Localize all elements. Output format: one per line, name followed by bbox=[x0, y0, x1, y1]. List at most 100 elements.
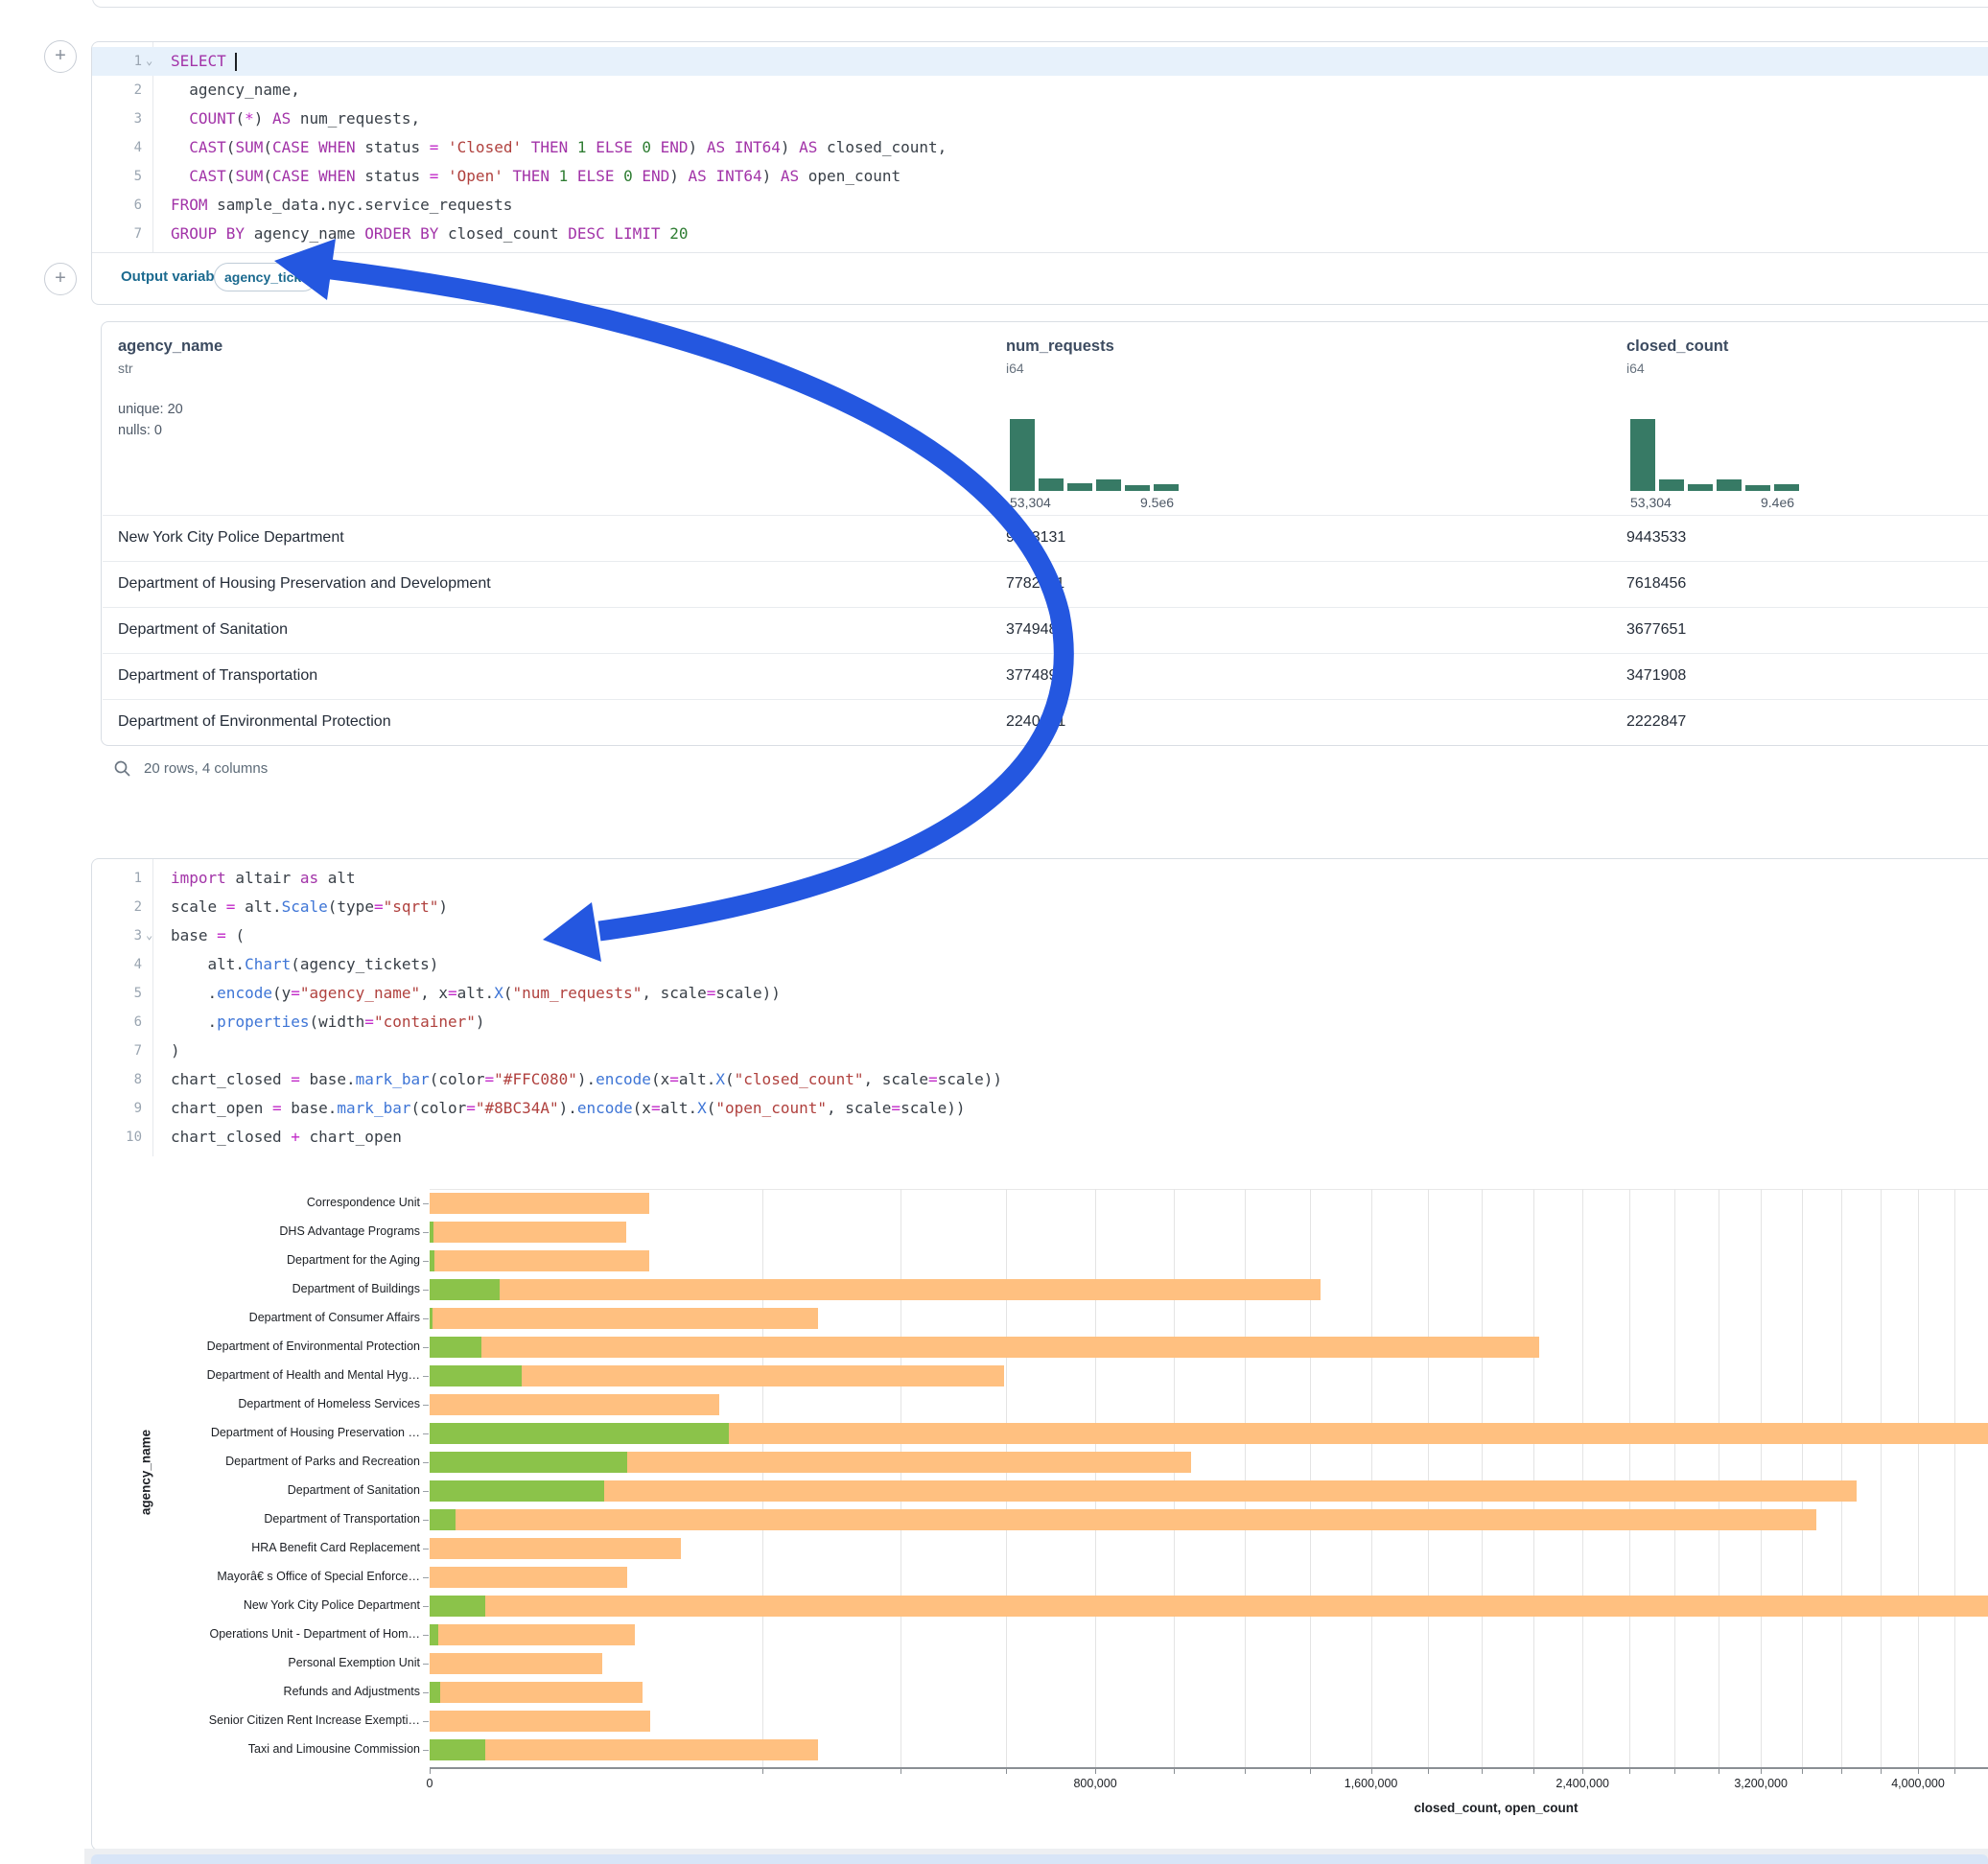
code-line[interactable]: 8 chart_closed = base.mark_bar(color="#FF… bbox=[92, 1065, 1988, 1094]
histogram-bar bbox=[1774, 484, 1799, 491]
code-line[interactable]: 6 .properties(width="container") bbox=[92, 1008, 1988, 1037]
table-cell: 3749485 bbox=[1006, 607, 1065, 653]
code-line[interactable]: 3 COUNT(*) AS num_requests, bbox=[92, 105, 1988, 133]
histogram-bar bbox=[1659, 479, 1684, 491]
line-number: 2 bbox=[92, 76, 142, 105]
fold-chevron-icon[interactable]: ⌄ bbox=[146, 920, 161, 949]
num-requests-histogram bbox=[1010, 419, 1182, 491]
table-row[interactable]: New York City Police Department945313194… bbox=[102, 515, 1988, 561]
table-cell: Department of Transportation bbox=[118, 653, 317, 699]
code-line[interactable]: 7) bbox=[92, 1037, 1988, 1065]
histogram-max-label: 9.4e6 bbox=[1761, 495, 1794, 510]
table-cell: 2240041 bbox=[1006, 699, 1065, 745]
sql-code-editor[interactable]: 1⌄SELECT 2 agency_name,3 COUNT(*) AS num… bbox=[92, 47, 1988, 248]
table-row[interactable]: Department of Housing Preservation and D… bbox=[102, 561, 1988, 607]
output-variable-badge[interactable]: agency_tickets bbox=[214, 263, 317, 291]
column-title: agency_name bbox=[118, 338, 222, 356]
table-row[interactable]: Department of Transportation377489234719… bbox=[102, 653, 1988, 699]
code-text: scale = alt.Scale(type="sqrt") bbox=[171, 893, 448, 921]
fold-chevron-icon[interactable]: ⌄ bbox=[146, 46, 161, 75]
code-text: COUNT(*) AS num_requests, bbox=[171, 105, 420, 133]
code-text: GROUP BY agency_name ORDER BY closed_cou… bbox=[171, 220, 688, 248]
table-row[interactable]: Department of Sanitation 3749485 3677651 bbox=[102, 607, 1988, 653]
code-text: .encode(y="agency_name", x=alt.X("num_re… bbox=[171, 979, 781, 1008]
line-number: 7 bbox=[92, 1037, 142, 1065]
row-divider bbox=[103, 653, 1988, 654]
add-cell-button-middle[interactable]: + bbox=[44, 263, 77, 295]
histogram-bar bbox=[1745, 485, 1770, 491]
code-line[interactable]: 2scale = alt.Scale(type="sqrt") bbox=[92, 893, 1988, 921]
table-cell: New York City Police Department bbox=[118, 515, 344, 561]
notebook-page: + + 1⌄SELECT 2 agency_name,3 COUNT(*) AS… bbox=[0, 0, 1988, 1864]
code-text: alt.Chart(agency_tickets) bbox=[171, 950, 438, 979]
histogram-min-label: 53,304 bbox=[1630, 495, 1672, 510]
result-table-card: agency_name str unique: 20 nulls: 0 num_… bbox=[101, 321, 1988, 746]
add-cell-button-top[interactable]: + bbox=[44, 40, 77, 73]
column-header-num-requests[interactable]: num_requests i64 53,304 9.5e6 bbox=[1006, 338, 1114, 376]
line-number: 8 bbox=[92, 1065, 142, 1094]
x-axis-title: closed_count, open_count bbox=[1414, 1801, 1578, 1815]
histogram-bar bbox=[1067, 483, 1092, 491]
previous-cell-border bbox=[92, 0, 1988, 8]
column-type: i64 bbox=[1626, 361, 1728, 376]
code-text: import altair as alt bbox=[171, 864, 356, 893]
code-line[interactable]: 5 CAST(SUM(CASE WHEN status = 'Open' THE… bbox=[92, 162, 1988, 191]
code-line[interactable]: 7GROUP BY agency_name ORDER BY closed_co… bbox=[92, 220, 1988, 248]
sql-cell: 1⌄SELECT 2 agency_name,3 COUNT(*) AS num… bbox=[91, 41, 1988, 305]
code-text: SELECT bbox=[171, 47, 237, 76]
code-text: chart_closed = base.mark_bar(color="#FFC… bbox=[171, 1065, 1002, 1094]
table-cell: 3677651 bbox=[1626, 607, 1686, 653]
table-cell: 2222847 bbox=[1626, 699, 1686, 745]
table-cell: 7782211 bbox=[1006, 561, 1064, 607]
code-text: CAST(SUM(CASE WHEN status = 'Open' THEN … bbox=[171, 162, 900, 191]
code-line[interactable]: 6 FROM sample_data.nyc.service_requests bbox=[92, 191, 1988, 220]
table-cell: Department of Sanitation bbox=[118, 607, 288, 653]
next-cell-top-edge[interactable] bbox=[91, 1854, 1988, 1864]
table-footer-summary: 20 rows, 4 columns bbox=[144, 760, 268, 777]
line-number: 6 bbox=[92, 191, 142, 220]
table-row[interactable]: Department of Environmental Protection 22… bbox=[102, 699, 1988, 745]
column-title: num_requests bbox=[1006, 338, 1114, 356]
histogram-max-label: 9.5e6 bbox=[1140, 495, 1174, 510]
column-header-agency[interactable]: agency_name str unique: 20 nulls: 0 bbox=[118, 338, 222, 441]
histogram-bar bbox=[1096, 479, 1121, 491]
table-cell: Department of Environmental Protection bbox=[118, 699, 391, 745]
python-cell: 1 import altair as alt2scale = alt.Scale(… bbox=[91, 858, 1988, 1851]
closed-count-histogram bbox=[1630, 419, 1803, 491]
code-text: FROM sample_data.nyc.service_requests bbox=[171, 191, 512, 220]
column-title: closed_count bbox=[1626, 338, 1728, 356]
column-header-closed-count[interactable]: closed_count i64 53,304 9.4e6 bbox=[1626, 338, 1728, 376]
code-text: CAST(SUM(CASE WHEN status = 'Closed' THE… bbox=[171, 133, 947, 162]
row-divider bbox=[103, 607, 1988, 608]
code-line[interactable]: 3⌄base = ( bbox=[92, 921, 1988, 950]
histogram-bar bbox=[1039, 478, 1064, 491]
column-type: str bbox=[118, 361, 222, 376]
code-line[interactable]: 1 import altair as alt bbox=[92, 864, 1988, 893]
code-line[interactable]: 9chart_open = base.mark_bar(color="#8BC3… bbox=[92, 1094, 1988, 1123]
search-icon[interactable] bbox=[113, 759, 132, 779]
histogram-min-label: 53,304 bbox=[1010, 495, 1051, 510]
code-line[interactable]: 1⌄SELECT bbox=[92, 47, 1988, 76]
code-line[interactable]: 2 agency_name, bbox=[92, 76, 1988, 105]
y-axis-title: agency_name bbox=[139, 1386, 153, 1559]
code-line[interactable]: 5 .encode(y="agency_name", x=alt.X("num_… bbox=[92, 979, 1988, 1008]
column-type: i64 bbox=[1006, 361, 1114, 376]
table-cell: 3471908 bbox=[1626, 653, 1686, 699]
histogram-bar bbox=[1717, 479, 1742, 491]
histogram-bar bbox=[1125, 485, 1150, 491]
code-text: ) bbox=[171, 1037, 180, 1065]
table-cell: 7618456 bbox=[1626, 561, 1686, 607]
line-number: 4 bbox=[92, 133, 142, 162]
python-code-editor[interactable]: 1 import altair as alt2scale = alt.Scale(… bbox=[92, 864, 1988, 1152]
code-line[interactable]: 4 CAST(SUM(CASE WHEN status = 'Closed' T… bbox=[92, 133, 1988, 162]
line-number: 1 bbox=[92, 864, 142, 893]
code-line[interactable]: 10chart_closed + chart_open bbox=[92, 1123, 1988, 1152]
code-text: chart_closed + chart_open bbox=[171, 1123, 402, 1152]
histogram-bar bbox=[1010, 419, 1035, 491]
line-number: 4 bbox=[92, 950, 142, 979]
histogram-bar bbox=[1688, 484, 1713, 491]
code-line[interactable]: 4 alt.Chart(agency_tickets) bbox=[92, 950, 1988, 979]
code-text: base = ( bbox=[171, 921, 245, 950]
line-number: 6 bbox=[92, 1008, 142, 1037]
column-stat-nulls: nulls: 0 bbox=[118, 420, 222, 441]
